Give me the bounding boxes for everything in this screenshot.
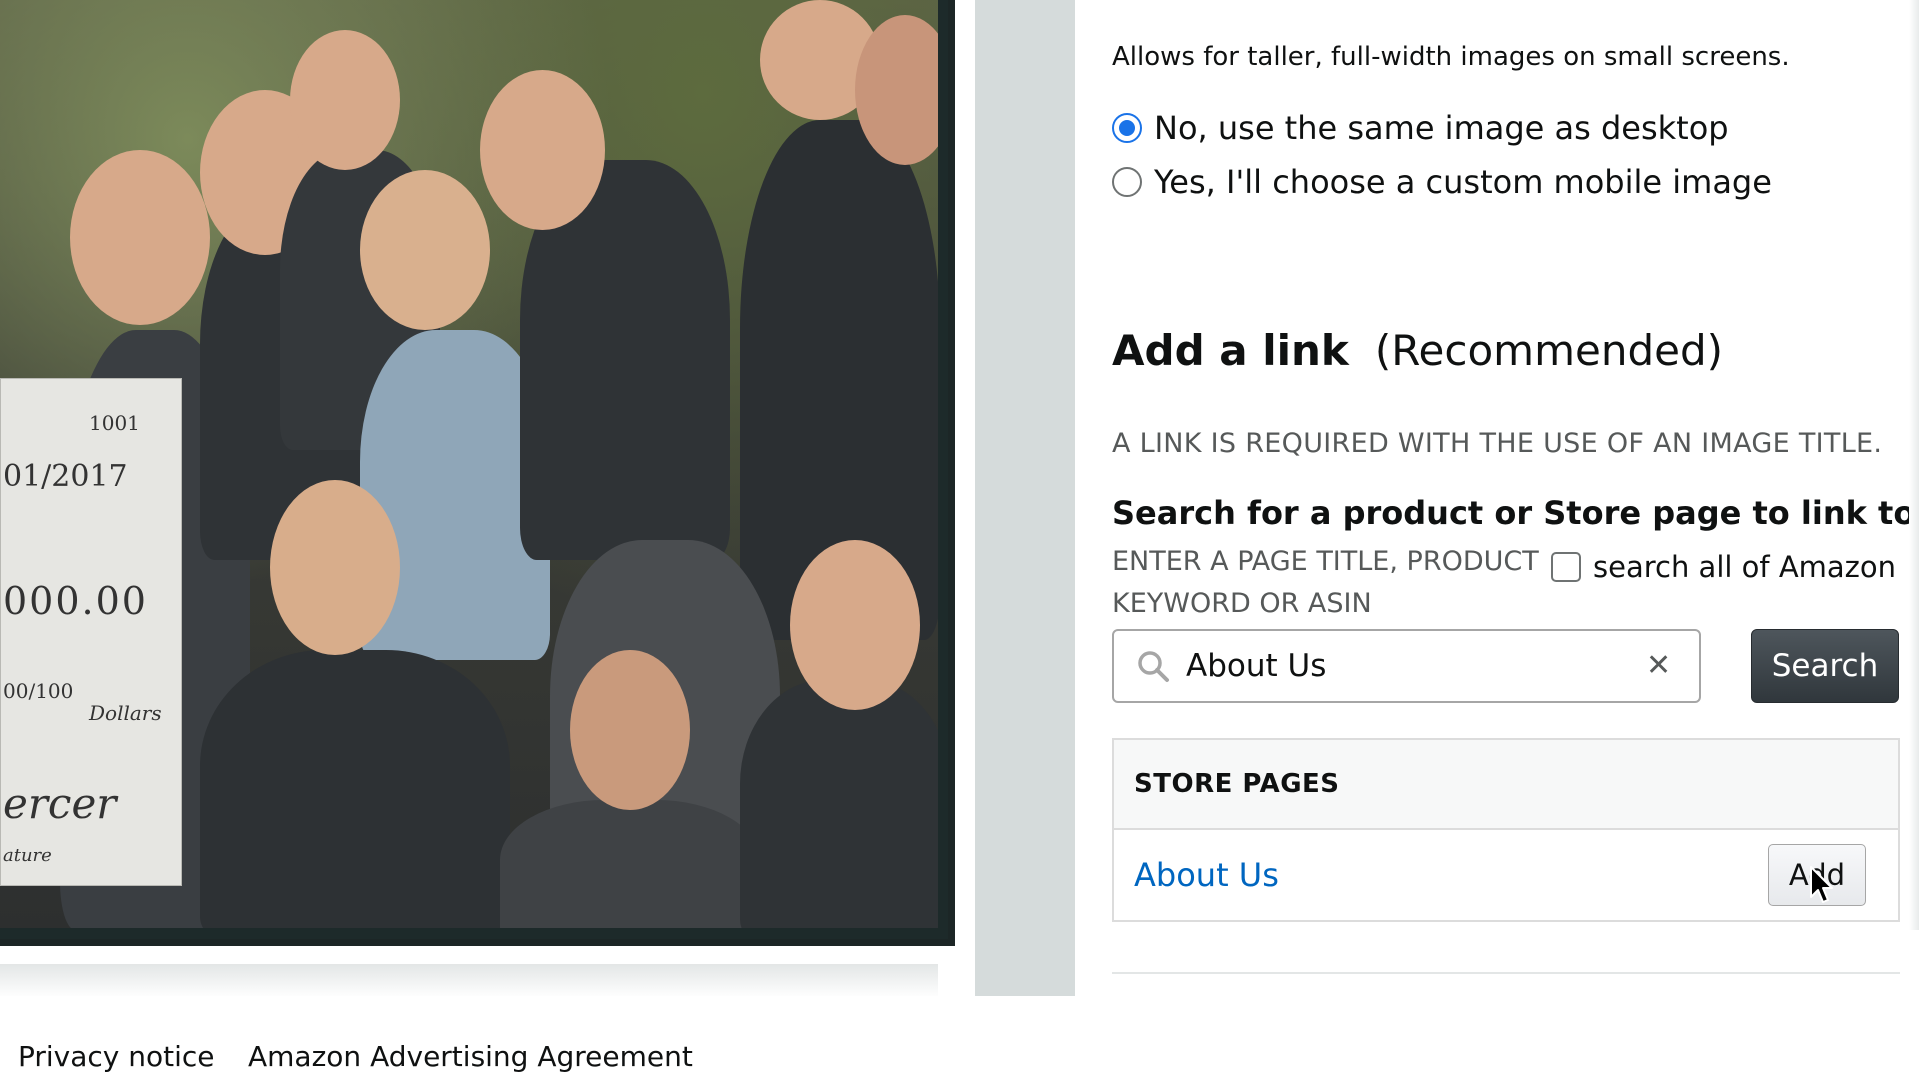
- search-heading: Search for a product or Store page to li…: [1112, 494, 1916, 532]
- mouse-pointer-icon: [1809, 865, 1835, 905]
- page-footer: Privacy notice Amazon Advertising Agreem…: [0, 996, 1919, 1078]
- add-link-heading: Add a link (Recommended): [1112, 326, 1723, 375]
- privacy-notice-link[interactable]: Privacy notice: [18, 1040, 215, 1073]
- check-number: 1001: [89, 411, 140, 435]
- results-header: STORE PAGES: [1114, 740, 1898, 830]
- person-shape: [740, 680, 938, 928]
- search-field-label-line2: KEYWORD OR ASIN: [1112, 588, 1372, 619]
- person-shape: [200, 650, 510, 928]
- prize-check: 1001 01/2017 000.00 00/100 Dollars ercer…: [0, 378, 182, 886]
- person-shape: [480, 70, 605, 230]
- check-date: 01/2017: [3, 459, 128, 494]
- check-currency-word: Dollars: [89, 701, 162, 725]
- panel-scroll-edge: [1909, 0, 1919, 930]
- check-cents: 00/100: [3, 679, 74, 703]
- search-all-amazon-checkbox[interactable]: search all of Amazon: [1551, 550, 1896, 584]
- add-result-button[interactable]: Add: [1768, 844, 1866, 906]
- check-signature-caption: ature: [3, 845, 52, 866]
- link-requirement-note: A LINK IS REQUIRED WITH THE USE OF AN IM…: [1112, 428, 1883, 459]
- result-link-about-us[interactable]: About Us: [1134, 856, 1279, 894]
- radio-label: Yes, I'll choose a custom mobile image: [1154, 163, 1772, 201]
- radio-button-selected[interactable]: [1112, 113, 1142, 143]
- radio-button[interactable]: [1112, 167, 1142, 197]
- person-shape: [70, 150, 210, 325]
- person-shape: [570, 650, 690, 810]
- panel-gutter: [975, 0, 1075, 996]
- radio-same-image[interactable]: No, use the same image as desktop: [1112, 109, 1729, 147]
- image-preview-shadow: [0, 964, 938, 998]
- person-shape: [790, 540, 920, 710]
- search-field-label: ENTER A PAGE TITLE, PRODUCT: [1112, 546, 1539, 577]
- add-link-recommended: (Recommended): [1374, 326, 1723, 375]
- person-shape: [290, 30, 400, 170]
- mobile-image-hint: Allows for taller, full-width images on …: [1112, 42, 1790, 72]
- result-row: About Us Add: [1114, 830, 1898, 920]
- search-button[interactable]: Search: [1751, 629, 1899, 703]
- person-shape: [270, 480, 400, 655]
- team-photo: 1001 01/2017 000.00 00/100 Dollars ercer…: [0, 0, 938, 928]
- radio-custom-mobile-image[interactable]: Yes, I'll choose a custom mobile image: [1112, 163, 1772, 201]
- check-amount: 000.00: [3, 579, 148, 623]
- image-preview-frame: 1001 01/2017 000.00 00/100 Dollars ercer…: [0, 0, 955, 946]
- search-results: STORE PAGES About Us Add: [1112, 738, 1900, 922]
- person-shape: [500, 800, 760, 928]
- search-input[interactable]: [1184, 647, 1628, 685]
- advertising-agreement-link[interactable]: Amazon Advertising Agreement: [248, 1040, 693, 1073]
- add-link-title: Add a link: [1112, 326, 1349, 375]
- checkbox-box[interactable]: [1551, 552, 1581, 582]
- section-divider: [1112, 972, 1900, 974]
- clear-search-icon[interactable]: ✕: [1646, 651, 1671, 681]
- radio-label: No, use the same image as desktop: [1154, 109, 1729, 147]
- search-field[interactable]: ✕: [1112, 629, 1701, 703]
- search-icon: [1136, 649, 1170, 683]
- check-signature: ercer: [3, 779, 117, 828]
- person-shape: [360, 170, 490, 330]
- settings-panel: Allows for taller, full-width images on …: [1075, 0, 1919, 996]
- search-all-amazon-label: search all of Amazon: [1593, 550, 1897, 584]
